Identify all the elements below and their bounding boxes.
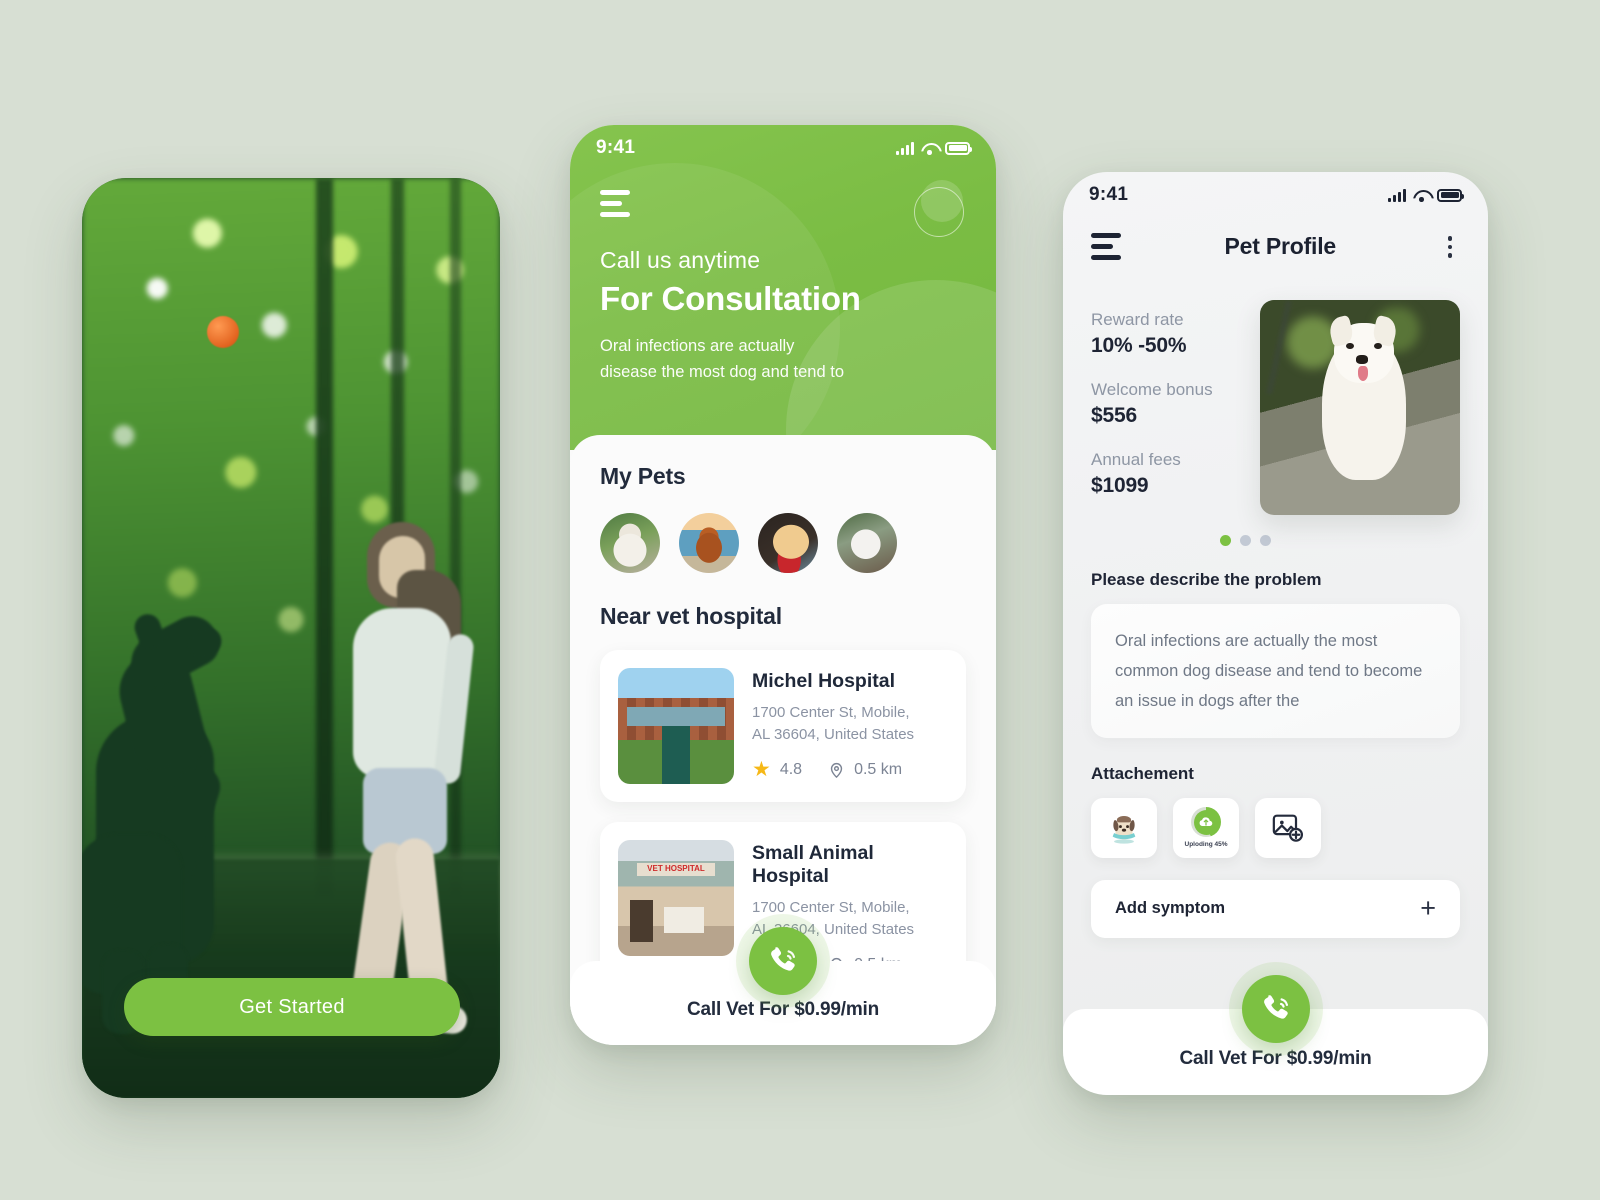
hospital-thumbnail	[618, 668, 734, 784]
get-started-button[interactable]: Get Started	[124, 978, 460, 1036]
hero-photo	[82, 178, 500, 1098]
woman-figure	[340, 522, 480, 1052]
stat-value: $556	[1091, 403, 1137, 427]
battery-icon	[945, 141, 972, 155]
stat-annual-fees: Annual fees $1099	[1091, 450, 1250, 498]
header-kicker: Call us anytime	[600, 247, 761, 273]
stat-label: Reward rate	[1091, 309, 1184, 329]
bottom-call-bar: Call Vet For $0.99/min	[1063, 975, 1488, 1095]
subtitle-line-1: Oral infections are actually	[600, 337, 795, 355]
distance-value: 0.5 km	[854, 760, 903, 778]
consultation-header: 9:41 Call us anytime For Consultation Or…	[570, 125, 996, 450]
phone-call-icon	[1263, 995, 1288, 1019]
carousel-dot-1[interactable]	[1220, 534, 1231, 546]
location-pin-icon	[830, 762, 843, 778]
cloud-upload-icon	[1191, 807, 1221, 837]
hospital-address-line-2: AL 36604, United States	[752, 726, 915, 743]
screenshot-canvas: Get Started 9:41 Call us anytime For Con…	[0, 0, 1600, 1200]
kebab-menu-icon[interactable]	[1440, 232, 1461, 262]
decorative-ring	[914, 180, 964, 237]
add-symptom-label: Add symptom	[1115, 899, 1226, 917]
hospital-meta: ★ 4.8 0.5 km	[752, 759, 914, 780]
stat-value: 10% -50%	[1091, 333, 1187, 357]
hospital-card[interactable]: Michel Hospital 1700 Center St, Mobile, …	[600, 650, 966, 802]
problem-section: Please describe the problem Oral infecti…	[1063, 546, 1488, 858]
phone-consultation: 9:41 Call us anytime For Consultation Or…	[570, 125, 996, 1045]
photo-carousel-dots	[1063, 534, 1488, 546]
hospital-address: 1700 Center St, Mobile, AL 36604, United…	[752, 702, 914, 746]
hospital-address-line-1: 1700 Center St, Mobile,	[752, 899, 910, 916]
subtitle-line-2: disease the most dog and tend to	[600, 363, 845, 381]
problem-textarea[interactable]: Oral infections are actually the most co…	[1091, 603, 1460, 738]
wifi-icon	[921, 142, 938, 155]
call-vet-label: Call Vet For $0.99/min	[686, 999, 879, 1020]
signal-bars-icon	[1388, 188, 1406, 202]
hamburger-menu-icon[interactable]	[1091, 233, 1121, 261]
pet-avatar-3[interactable]	[758, 513, 818, 573]
hospital-rating: ★ 4.8	[752, 759, 802, 780]
attachment-upload-progress[interactable]: Uploding 45%	[1173, 797, 1239, 858]
stat-reward-rate: Reward rate 10% -50%	[1091, 310, 1250, 358]
stat-label: Annual fees	[1091, 449, 1181, 469]
stat-welcome-bonus: Welcome bonus $556	[1091, 380, 1250, 428]
signal-bars-icon	[896, 141, 914, 155]
status-bar: 9:41	[1063, 172, 1488, 218]
status-bar: 9:41	[570, 125, 996, 171]
profile-summary: Reward rate 10% -50% Welcome bonus $556 …	[1063, 262, 1488, 515]
attachment-heading: Attachement	[1091, 763, 1194, 783]
wifi-icon	[1413, 189, 1430, 202]
hospital-thumbnail: VET HOSPITAL	[618, 840, 734, 956]
pets-row	[600, 513, 966, 573]
phone-onboarding: Get Started	[82, 178, 500, 1098]
plus-icon[interactable]: +	[1420, 895, 1436, 922]
page-title: Pet Profile	[1224, 233, 1337, 260]
attachment-row: Uploding 45%	[1091, 797, 1460, 858]
phone-call-icon	[771, 947, 796, 971]
stat-label: Welcome bonus	[1091, 379, 1213, 399]
hospital-address-line-1: 1700 Center St, Mobile,	[752, 704, 910, 721]
pet-avatar-2[interactable]	[679, 513, 739, 573]
dog-figure	[82, 534, 299, 1034]
stat-value: $1099	[1091, 473, 1149, 497]
header-title: For Consultation	[600, 280, 861, 317]
orange-ball	[207, 316, 239, 348]
call-vet-fab[interactable]	[1241, 975, 1310, 1043]
battery-icon	[1437, 188, 1464, 202]
problem-heading: Please describe the problem	[1091, 569, 1322, 589]
carousel-dot-3[interactable]	[1260, 534, 1271, 546]
call-vet-fab[interactable]	[749, 927, 817, 995]
attachment-puppy-thumbnail[interactable]	[1091, 797, 1157, 858]
add-symptom-row[interactable]: Add symptom +	[1091, 879, 1460, 938]
header-subtitle: Oral infections are actually disease the…	[600, 333, 844, 385]
bottom-call-bar: Call Vet For $0.99/min	[570, 927, 996, 1045]
carousel-dot-2[interactable]	[1240, 534, 1251, 546]
upload-progress-label: Uploding 45%	[1184, 841, 1228, 848]
pet-avatar-1[interactable]	[600, 513, 660, 573]
hospital-distance: 0.5 km	[828, 760, 902, 780]
my-pets-title: My Pets	[600, 463, 686, 489]
star-icon: ★	[752, 758, 771, 781]
stats-list: Reward rate 10% -50% Welcome bonus $556 …	[1091, 300, 1250, 515]
pet-avatar-4[interactable]	[837, 513, 897, 573]
hospital-name: Small Animal Hospital	[752, 842, 874, 887]
pet-photo[interactable]	[1260, 299, 1460, 515]
attachment-add-image[interactable]	[1255, 797, 1321, 858]
phone-pet-profile: 9:41 Pet Profile Reward rate 10% -50% We…	[1063, 172, 1488, 1095]
status-time: 9:41	[1089, 184, 1129, 205]
add-image-icon	[1272, 814, 1304, 842]
call-vet-label: Call Vet For $0.99/min	[1179, 1048, 1372, 1069]
hamburger-menu-icon[interactable]	[600, 190, 630, 217]
near-vet-title: Near vet hospital	[600, 603, 782, 629]
status-time: 9:41	[596, 137, 636, 158]
rating-value: 4.8	[779, 760, 803, 778]
puppy-illustration-icon	[1112, 815, 1136, 844]
top-nav: Pet Profile	[1063, 218, 1488, 262]
hospital-name: Michel Hospital	[752, 670, 896, 692]
